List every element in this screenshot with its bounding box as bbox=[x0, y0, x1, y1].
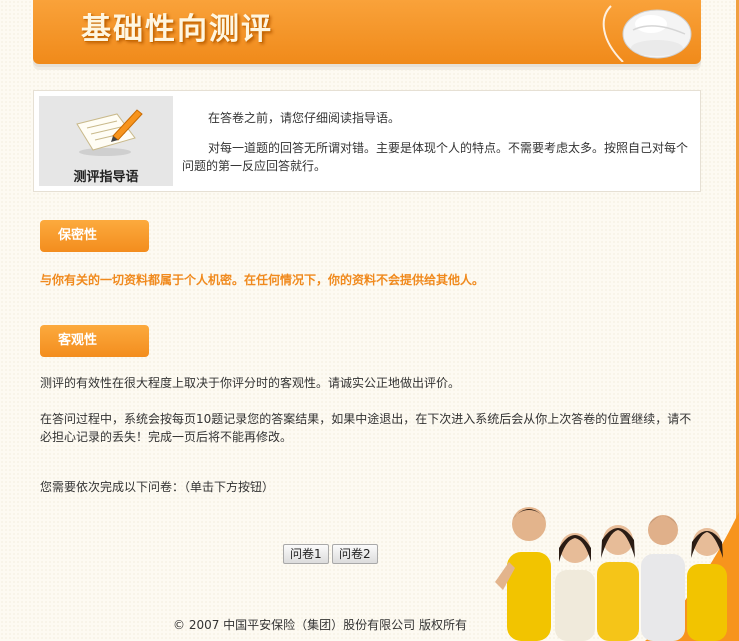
progress-note-text: 在答问过程中，系统会按每页10题记录您的答案结果，如果中途退出，在下次进入系统后… bbox=[40, 412, 692, 444]
guide-title-label: 测评指导语 bbox=[73, 170, 139, 185]
confidentiality-text: 与你有关的一切资料都属于个人机密。在任何情况下，你的资料不会提供给其他人。 bbox=[40, 273, 485, 287]
instruction-text: 您需要依次完成以下问卷：（单击下方按钮） bbox=[40, 480, 275, 494]
confidentiality-heading: 保密性 bbox=[40, 220, 149, 252]
guide-body-text: 对每一道题的回答无所谓对错。主要是体现个人的特点。不需要考虑太多。按照自己对每个… bbox=[182, 141, 689, 173]
survey-2-button[interactable]: 问卷2 bbox=[332, 544, 378, 564]
notepad-pencil-icon bbox=[76, 109, 143, 156]
group-people-image bbox=[495, 507, 739, 641]
banner-title: 基础性向测评 bbox=[81, 12, 273, 47]
survey-1-button[interactable]: 问卷1 bbox=[283, 544, 329, 564]
computer-mouse-icon bbox=[602, 5, 692, 62]
header-banner: 基础性向测评 bbox=[33, 0, 701, 64]
guide-thumbnail: 测评指导语 bbox=[39, 96, 173, 186]
guide-intro-text: 在答卷之前，请您仔细阅读指导语。 bbox=[208, 111, 401, 125]
objectivity-text: 测评的有效性在很大程度上取决于你评分时的客观性。请诚实公正地做出评价。 bbox=[40, 376, 461, 390]
objectivity-heading: 客观性 bbox=[40, 325, 149, 357]
copyright-footer: © 2007 中国平安保险（集团）股份有限公司 版权所有 bbox=[173, 618, 467, 632]
guide-box: 测评指导语 在答卷之前，请您仔细阅读指导语。 对每一道题的回答无所谓对错。主要是… bbox=[33, 90, 701, 192]
